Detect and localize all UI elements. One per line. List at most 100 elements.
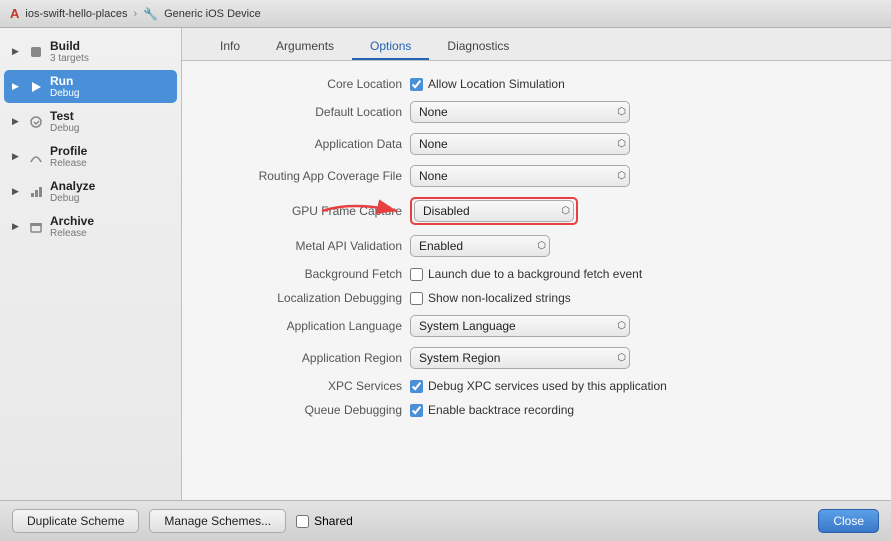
localization-debugging-input[interactable] bbox=[410, 292, 423, 305]
build-label: Build bbox=[50, 39, 89, 53]
test-sublabel: Debug bbox=[50, 123, 79, 134]
metal-api-validation-select-wrapper: Enabled Disabled bbox=[410, 235, 550, 257]
metal-api-validation-select[interactable]: Enabled Disabled bbox=[410, 235, 550, 257]
tab-diagnostics[interactable]: Diagnostics bbox=[429, 34, 527, 60]
background-fetch-checkbox-label: Launch due to a background fetch event bbox=[428, 267, 642, 281]
queue-debugging-input[interactable] bbox=[410, 404, 423, 417]
arrow-icon-archive: ▶ bbox=[12, 221, 22, 232]
xpc-services-control: Debug XPC services used by this applicat… bbox=[410, 379, 871, 393]
arrow-icon-analyze: ▶ bbox=[12, 186, 22, 197]
core-location-control: Allow Location Simulation bbox=[410, 77, 871, 91]
shared-checkbox-container: Shared bbox=[296, 514, 353, 528]
default-location-select-wrapper: None bbox=[410, 101, 630, 123]
metal-api-validation-control: Enabled Disabled bbox=[410, 235, 871, 257]
xpc-services-checkbox[interactable]: Debug XPC services used by this applicat… bbox=[410, 379, 667, 393]
routing-app-coverage-select[interactable]: None bbox=[410, 165, 630, 187]
background-fetch-checkbox[interactable]: Launch due to a background fetch event bbox=[410, 267, 642, 281]
application-region-control: System Region bbox=[410, 347, 871, 369]
sidebar-item-test[interactable]: ▶ Test Debug bbox=[4, 105, 177, 138]
localization-debugging-checkbox-label: Show non-localized strings bbox=[428, 291, 571, 305]
arrow-icon-test: ▶ bbox=[12, 116, 22, 127]
profile-label: Profile bbox=[50, 144, 87, 158]
core-location-label: Core Location bbox=[202, 77, 402, 91]
default-location-select[interactable]: None bbox=[410, 101, 630, 123]
application-region-select-wrapper: System Region bbox=[410, 347, 630, 369]
sidebar-item-archive[interactable]: ▶ Archive Release bbox=[4, 210, 177, 243]
localization-debugging-label: Localization Debugging bbox=[202, 291, 402, 305]
gpu-frame-capture-select-wrapper: Disabled Metal OpenGL ES bbox=[414, 200, 574, 222]
gpu-frame-capture-select[interactable]: Disabled Metal OpenGL ES bbox=[414, 200, 574, 222]
allow-location-simulation-checkbox[interactable]: Allow Location Simulation bbox=[410, 77, 565, 91]
profile-sublabel: Release bbox=[50, 158, 87, 169]
default-location-label: Default Location bbox=[202, 105, 402, 119]
device-name: Generic iOS Device bbox=[164, 8, 261, 20]
gpu-frame-capture-control: Disabled Metal OpenGL ES bbox=[410, 197, 871, 225]
application-language-label: Application Language bbox=[202, 319, 402, 333]
analyze-label: Analyze bbox=[50, 179, 95, 193]
xpc-services-input[interactable] bbox=[410, 380, 423, 393]
run-icon bbox=[28, 79, 44, 95]
xpc-services-row: XPC Services Debug XPC services used by … bbox=[202, 379, 871, 393]
core-location-row: Core Location Allow Location Simulation bbox=[202, 77, 871, 91]
sidebar-item-run[interactable]: ▶ Run Debug bbox=[4, 70, 177, 103]
build-text: Build 3 targets bbox=[50, 39, 89, 64]
application-data-select[interactable]: None bbox=[410, 133, 630, 155]
arrow-icon-profile: ▶ bbox=[12, 151, 22, 162]
content-area: Info Arguments Options Diagnostics Core … bbox=[182, 28, 891, 500]
queue-debugging-label: Queue Debugging bbox=[202, 403, 402, 417]
sidebar-item-analyze[interactable]: ▶ Analyze Debug bbox=[4, 175, 177, 208]
analyze-text: Analyze Debug bbox=[50, 179, 95, 204]
tab-info[interactable]: Info bbox=[202, 34, 258, 60]
sidebar: ▶ Build 3 targets ▶ Run Debug ▶ bbox=[0, 28, 182, 500]
archive-label: Archive bbox=[50, 214, 94, 228]
device-icon: 🔧 bbox=[143, 7, 158, 21]
sidebar-item-build[interactable]: ▶ Build 3 targets bbox=[4, 35, 177, 68]
main-container: ▶ Build 3 targets ▶ Run Debug ▶ bbox=[0, 28, 891, 500]
localization-debugging-row: Localization Debugging Show non-localize… bbox=[202, 291, 871, 305]
application-data-label: Application Data bbox=[202, 137, 402, 151]
application-region-row: Application Region System Region bbox=[202, 347, 871, 369]
metal-api-validation-label: Metal API Validation bbox=[202, 239, 402, 253]
routing-app-coverage-label: Routing App Coverage File bbox=[202, 169, 402, 183]
run-sublabel: Debug bbox=[50, 88, 79, 99]
background-fetch-control: Launch due to a background fetch event bbox=[410, 267, 871, 281]
xpc-services-checkbox-label: Debug XPC services used by this applicat… bbox=[428, 379, 667, 393]
application-region-select[interactable]: System Region bbox=[410, 347, 630, 369]
analyze-sublabel: Debug bbox=[50, 193, 95, 204]
sidebar-item-profile[interactable]: ▶ Profile Release bbox=[4, 140, 177, 173]
tab-options[interactable]: Options bbox=[352, 34, 429, 60]
queue-debugging-checkbox[interactable]: Enable backtrace recording bbox=[410, 403, 574, 417]
tab-bar: Info Arguments Options Diagnostics bbox=[182, 28, 891, 61]
archive-icon bbox=[28, 219, 44, 235]
form-area: Core Location Allow Location Simulation … bbox=[182, 61, 891, 500]
duplicate-scheme-button[interactable]: Duplicate Scheme bbox=[12, 509, 139, 533]
routing-app-coverage-row: Routing App Coverage File None bbox=[202, 165, 871, 187]
application-language-row: Application Language System Language bbox=[202, 315, 871, 337]
shared-checkbox-input[interactable] bbox=[296, 515, 309, 528]
gpu-frame-capture-highlight: Disabled Metal OpenGL ES bbox=[410, 197, 578, 225]
background-fetch-input[interactable] bbox=[410, 268, 423, 281]
run-label: Run bbox=[50, 74, 79, 88]
close-button[interactable]: Close bbox=[818, 509, 879, 533]
build-icon bbox=[28, 44, 44, 60]
breadcrumb-separator: › bbox=[133, 8, 137, 20]
test-text: Test Debug bbox=[50, 109, 79, 134]
allow-location-simulation-input[interactable] bbox=[410, 78, 423, 91]
background-fetch-row: Background Fetch Launch due to a backgro… bbox=[202, 267, 871, 281]
tab-arguments[interactable]: Arguments bbox=[258, 34, 352, 60]
xpc-services-label: XPC Services bbox=[202, 379, 402, 393]
build-sublabel: 3 targets bbox=[50, 53, 89, 64]
localization-debugging-control: Show non-localized strings bbox=[410, 291, 871, 305]
manage-schemes-button[interactable]: Manage Schemes... bbox=[149, 509, 286, 533]
default-location-row: Default Location None bbox=[202, 101, 871, 123]
metal-api-validation-row: Metal API Validation Enabled Disabled bbox=[202, 235, 871, 257]
queue-debugging-checkbox-label: Enable backtrace recording bbox=[428, 403, 574, 417]
project-name: ios-swift-hello-places bbox=[25, 8, 127, 20]
application-data-control: None bbox=[410, 133, 871, 155]
project-icon: A bbox=[10, 6, 19, 21]
application-language-select[interactable]: System Language bbox=[410, 315, 630, 337]
profile-text: Profile Release bbox=[50, 144, 87, 169]
application-data-row: Application Data None bbox=[202, 133, 871, 155]
run-text: Run Debug bbox=[50, 74, 79, 99]
localization-debugging-checkbox[interactable]: Show non-localized strings bbox=[410, 291, 571, 305]
